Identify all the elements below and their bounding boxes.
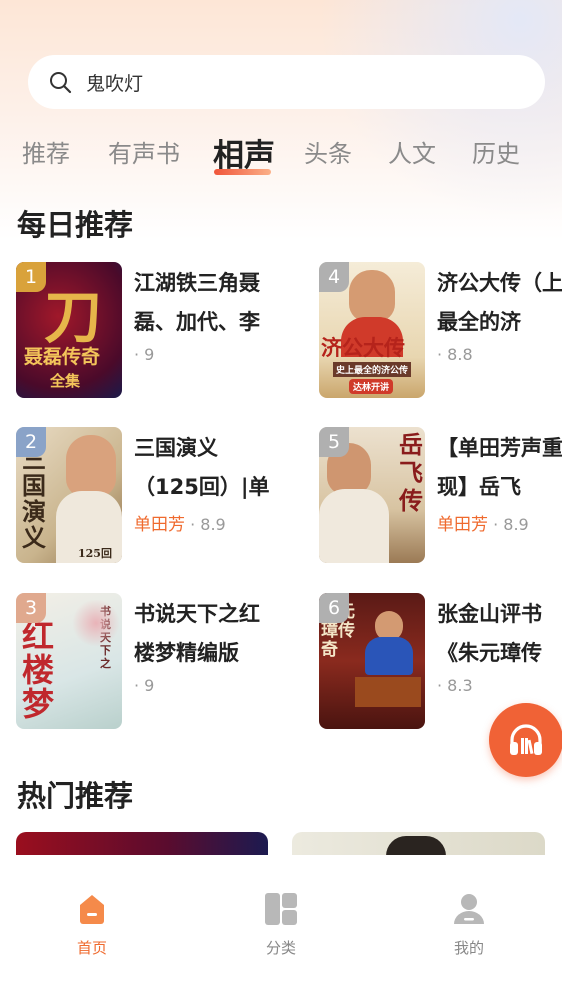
item-title: 济公大传（上最全的济 bbox=[437, 271, 562, 334]
tab-audiobook[interactable]: 有声书 bbox=[108, 134, 180, 169]
list-item[interactable]: 三国演义 125回 2 三国演义（125回）|单 单田芳 · 8.9 bbox=[16, 427, 276, 567]
active-tab-indicator bbox=[214, 169, 271, 175]
rank-badge: 5 bbox=[319, 427, 349, 457]
home-icon bbox=[80, 895, 104, 924]
tab-humanities[interactable]: 人文 bbox=[388, 134, 436, 169]
nav-mine[interactable]: 我的 bbox=[429, 891, 509, 958]
item-title: 书说天下之红楼梦精编版 bbox=[134, 602, 260, 665]
nav-home[interactable]: 首页 bbox=[52, 891, 132, 958]
item-title: 三国演义（125回）|单 bbox=[134, 436, 270, 499]
cover-image: 三国演义 125回 2 bbox=[16, 427, 122, 563]
cover-image: 济公大传 史上最全的济公传 达林开讲 4 bbox=[319, 262, 425, 398]
user-icon bbox=[454, 894, 484, 924]
cover-image: 红楼梦 书说天下之 3 bbox=[16, 593, 122, 729]
player-float-button[interactable] bbox=[489, 703, 562, 777]
item-score: 8.9 bbox=[503, 515, 529, 534]
daily-recommend-title: 每日推荐 bbox=[17, 208, 134, 242]
search-icon bbox=[50, 72, 72, 94]
list-item[interactable]: 刀 聂磊传奇 全集 1 江湖铁三角聂磊、加代、李 · 9 bbox=[16, 262, 276, 402]
rank-badge: 2 bbox=[16, 427, 46, 457]
header-background bbox=[0, 0, 562, 230]
item-meta: · 8.8 bbox=[437, 345, 473, 364]
item-score: 8.3 bbox=[447, 676, 473, 695]
list-item[interactable]: 红楼梦 书说天下之 3 书说天下之红楼梦精编版 · 9 bbox=[16, 593, 276, 733]
list-item[interactable]: 济公大传 史上最全的济公传 达林开讲 4 济公大传（上最全的济 · 8.8 bbox=[319, 262, 562, 402]
item-score: 8.8 bbox=[447, 345, 473, 364]
rank-badge: 3 bbox=[16, 593, 46, 623]
search-input-placeholder: 鬼吹灯 bbox=[86, 72, 144, 95]
tab-headlines[interactable]: 头条 bbox=[304, 134, 352, 169]
item-title: 【单田芳声重现】岳飞 bbox=[437, 436, 562, 499]
tab-history[interactable]: 历史 bbox=[472, 134, 520, 169]
cover-image: 朱元璋传奇 6 bbox=[319, 593, 425, 729]
bottom-navigation: 首页 分类 我的 bbox=[0, 855, 562, 995]
nav-category[interactable]: 分类 bbox=[241, 891, 321, 958]
list-item[interactable]: 岳飞传 5 【单田芳声重现】岳飞 单田芳 · 8.9 bbox=[319, 427, 562, 567]
headphones-icon bbox=[510, 724, 542, 755]
item-title: 江湖铁三角聂磊、加代、李 bbox=[134, 271, 260, 334]
search-bar[interactable]: 鬼吹灯 bbox=[28, 55, 545, 109]
item-meta: 单田芳 · 8.9 bbox=[134, 515, 226, 535]
category-icon bbox=[265, 893, 297, 925]
item-score: 9 bbox=[144, 676, 155, 695]
item-meta: · 9 bbox=[134, 345, 155, 364]
cover-image: 刀 聂磊传奇 全集 1 bbox=[16, 262, 122, 398]
rank-badge: 6 bbox=[319, 593, 349, 623]
hot-card[interactable] bbox=[292, 832, 545, 857]
item-title: 张金山评书《朱元璋传 bbox=[437, 602, 542, 665]
rank-badge: 1 bbox=[16, 262, 46, 292]
item-meta: · 9 bbox=[134, 676, 155, 695]
tab-recommend[interactable]: 推荐 bbox=[22, 134, 70, 169]
item-score: 9 bbox=[144, 345, 155, 364]
hot-card[interactable] bbox=[16, 832, 268, 857]
cover-image: 岳飞传 5 bbox=[319, 427, 425, 563]
item-meta: 单田芳 · 8.9 bbox=[437, 515, 529, 535]
item-score: 8.9 bbox=[200, 515, 226, 534]
item-meta: · 8.3 bbox=[437, 676, 473, 695]
hot-recommend-title: 热门推荐 bbox=[17, 779, 134, 813]
category-tabs: 推荐 有声书 相声 头条 人文 历史 bbox=[0, 130, 562, 180]
rank-badge: 4 bbox=[319, 262, 349, 292]
